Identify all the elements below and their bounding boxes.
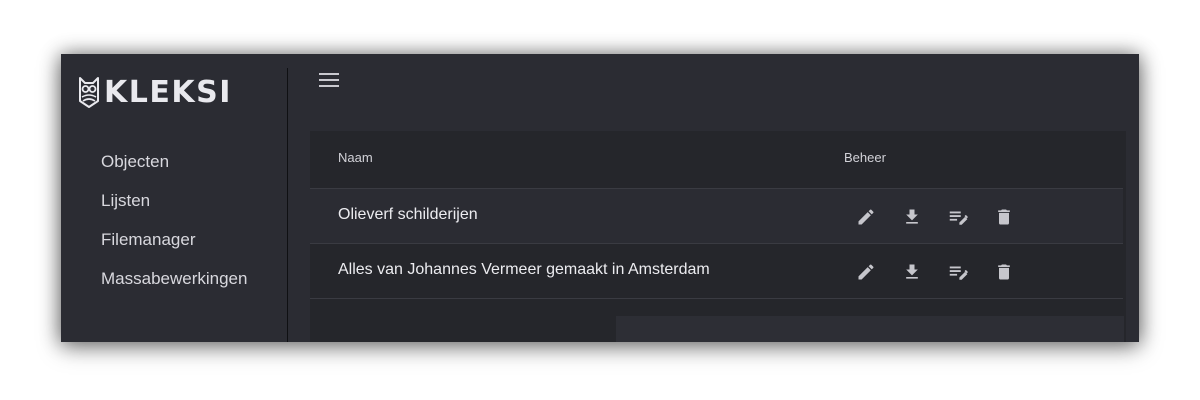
trash-icon[interactable] bbox=[993, 261, 1015, 283]
table-header: Naam Beheer bbox=[310, 131, 1123, 189]
column-header-naam[interactable]: Naam bbox=[338, 150, 373, 165]
sidebar-item-objecten[interactable]: Objecten bbox=[101, 146, 247, 185]
row-name[interactable]: Alles van Johannes Vermeer gemaakt in Am… bbox=[338, 261, 710, 279]
edit-list-icon[interactable] bbox=[947, 206, 969, 228]
logo-text: KLEKSI bbox=[104, 74, 232, 110]
table-row[interactable]: Alles van Johannes Vermeer gemaakt in Am… bbox=[310, 244, 1123, 299]
row-actions bbox=[855, 206, 1039, 228]
table-row[interactable]: Olieverf schilderijen bbox=[310, 189, 1123, 244]
pencil-icon[interactable] bbox=[855, 261, 877, 283]
column-header-beheer: Beheer bbox=[844, 150, 886, 165]
sidebar-item-lijsten[interactable]: Lijsten bbox=[101, 185, 247, 224]
sidebar: KLEKSI Objecten Lijsten Filemanager Mass… bbox=[61, 54, 287, 342]
download-icon[interactable] bbox=[901, 206, 923, 228]
main-content: Naam Beheer Olieverf schilderijen Alles … bbox=[288, 54, 1139, 342]
hamburger-menu-icon[interactable] bbox=[319, 73, 339, 89]
owl-logo-icon bbox=[77, 75, 101, 109]
lists-table: Naam Beheer Olieverf schilderijen Alles … bbox=[310, 131, 1126, 342]
app-window: KLEKSI Objecten Lijsten Filemanager Mass… bbox=[61, 54, 1139, 342]
logo[interactable]: KLEKSI bbox=[77, 72, 232, 112]
sidebar-item-massabewerkingen[interactable]: Massabewerkingen bbox=[101, 263, 247, 302]
trash-icon[interactable] bbox=[993, 206, 1015, 228]
sidebar-item-filemanager[interactable]: Filemanager bbox=[101, 224, 247, 263]
row-name[interactable]: Olieverf schilderijen bbox=[338, 206, 478, 224]
row-actions bbox=[855, 261, 1039, 283]
download-icon[interactable] bbox=[901, 261, 923, 283]
sidebar-nav: Objecten Lijsten Filemanager Massabewerk… bbox=[101, 146, 247, 302]
table-footer bbox=[616, 316, 1124, 342]
pencil-icon[interactable] bbox=[855, 206, 877, 228]
edit-list-icon[interactable] bbox=[947, 261, 969, 283]
